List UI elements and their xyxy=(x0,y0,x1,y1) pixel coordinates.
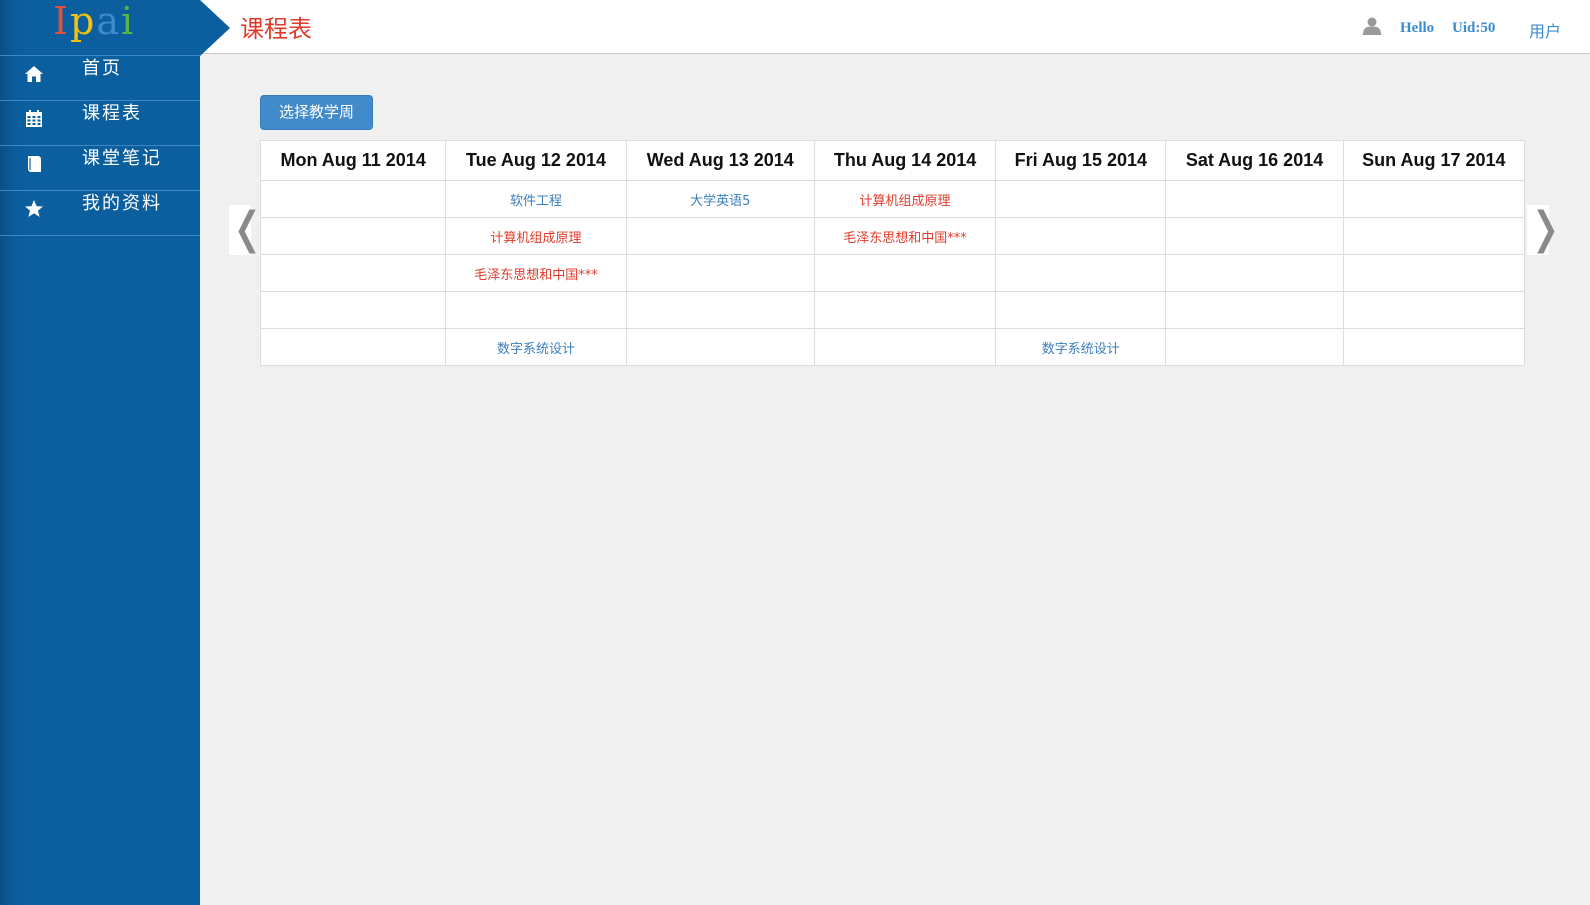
course-link[interactable]: 计算机组成原理 xyxy=(490,231,581,246)
schedule-cell xyxy=(625,291,815,329)
schedule-cell xyxy=(625,254,815,292)
book-icon xyxy=(28,156,41,172)
day-header: Wed Aug 13 2014 xyxy=(625,140,815,181)
schedule-cell xyxy=(1342,180,1526,218)
schedule-cell xyxy=(259,328,447,366)
schedule-cell xyxy=(995,291,1167,329)
course-link[interactable]: 毛泽东思想和中国*** xyxy=(843,231,967,246)
day-header: Fri Aug 15 2014 xyxy=(995,140,1167,181)
schedule-cell xyxy=(1165,217,1344,255)
sidebar-item-notes[interactable]: 课堂笔记 xyxy=(0,146,200,191)
schedule-cell: 计算机组成原理 xyxy=(813,180,997,218)
schedule-cell: 计算机组成原理 xyxy=(445,217,627,255)
calendar-icon xyxy=(26,110,42,127)
schedule-cell xyxy=(1342,328,1526,366)
table-row: 计算机组成原理 毛泽东思想和中国*** xyxy=(259,217,1526,255)
schedule-cell: 数字系统设计 xyxy=(445,328,627,366)
schedule-body: 软件工程 大学英语5 计算机组成原理 计算机组成原理 毛泽东思想和中国*** 毛泽东思想和… xyxy=(259,180,1526,366)
sidebar-item-label: 课堂笔记 xyxy=(82,148,162,169)
schedule-cell xyxy=(1165,328,1344,366)
schedule-cell: 数字系统设计 xyxy=(995,328,1167,366)
schedule-cell xyxy=(445,291,627,329)
prev-week-arrow[interactable]: ❬ xyxy=(229,205,266,255)
sidebar-item-profile[interactable]: 我的资料 xyxy=(0,191,200,236)
hello-link[interactable]: Hello xyxy=(1400,20,1434,37)
header-arrow-decoration xyxy=(200,0,230,56)
schedule-cell xyxy=(259,217,447,255)
schedule-cell xyxy=(813,291,997,329)
logo-letter: a xyxy=(96,0,121,43)
table-row: 软件工程 大学英语5 计算机组成原理 xyxy=(259,180,1526,218)
course-link[interactable]: 毛泽东思想和中国*** xyxy=(474,268,598,283)
schedule-cell xyxy=(625,328,815,366)
schedule-cell xyxy=(259,254,447,292)
schedule-cell xyxy=(259,291,447,329)
logo-letter: p xyxy=(70,0,97,43)
select-week-button[interactable]: 选择教学周 xyxy=(260,95,373,130)
schedule-cell xyxy=(259,180,447,218)
schedule-cell xyxy=(1342,291,1526,329)
schedule-cell: 大学英语5 xyxy=(625,180,815,218)
logo-area: Ipai xyxy=(0,0,200,55)
schedule-cell xyxy=(813,254,997,292)
logo-letter: I xyxy=(53,0,71,43)
day-header: Sat Aug 16 2014 xyxy=(1165,140,1344,181)
day-header: Mon Aug 11 2014 xyxy=(259,140,447,181)
home-icon xyxy=(25,66,43,82)
schedule-cell xyxy=(813,328,997,366)
uid-label: Uid:50 xyxy=(1452,20,1496,36)
sidebar-item-schedule[interactable]: 课程表 xyxy=(0,101,200,146)
sidebar-item-label: 我的资料 xyxy=(82,193,162,214)
course-link[interactable]: 数字系统设计 xyxy=(1042,342,1120,357)
schedule-cell xyxy=(1165,254,1344,292)
day-header: Thu Aug 14 2014 xyxy=(813,140,997,181)
course-link[interactable]: 大学英语5 xyxy=(690,194,750,209)
sidebar-item-home[interactable]: 首页 xyxy=(0,56,200,101)
user-menu-link[interactable]: 用户 xyxy=(1529,18,1561,42)
sidebar-nav: 首页 课程表 课堂笔记 我的资料 xyxy=(0,55,200,236)
schedule-header-row: Mon Aug 11 2014 Tue Aug 12 2014 Wed Aug … xyxy=(259,140,1526,181)
schedule-cell: 毛泽东思想和中国*** xyxy=(445,254,627,292)
schedule-table: Mon Aug 11 2014 Tue Aug 12 2014 Wed Aug … xyxy=(259,140,1526,366)
schedule-cell xyxy=(1165,291,1344,329)
sidebar-item-label: 课程表 xyxy=(82,103,142,124)
course-link[interactable]: 数字系统设计 xyxy=(497,342,575,357)
schedule-cell xyxy=(1342,217,1526,255)
day-header: Sun Aug 17 2014 xyxy=(1342,140,1526,181)
app-logo[interactable]: Ipai xyxy=(53,0,135,43)
course-link[interactable]: 计算机组成原理 xyxy=(860,194,951,209)
page-title: 课程表 xyxy=(240,15,312,43)
table-row: 毛泽东思想和中国*** xyxy=(259,254,1526,292)
schedule-cell xyxy=(625,217,815,255)
user-icon xyxy=(1363,17,1381,35)
star-icon xyxy=(25,200,43,217)
schedule-cell xyxy=(995,254,1167,292)
schedule-cell xyxy=(995,180,1167,218)
schedule-cell: 毛泽东思想和中国*** xyxy=(813,217,997,255)
table-row xyxy=(259,291,1526,329)
logo-letter: i xyxy=(121,0,136,43)
course-link[interactable]: 软件工程 xyxy=(510,194,562,209)
next-week-arrow[interactable]: ❭ xyxy=(1527,205,1564,255)
table-row: 数字系统设计 数字系统设计 xyxy=(259,328,1526,366)
sidebar: Ipai 首页 课程表 课堂笔记 我的资料 xyxy=(0,0,200,905)
day-header: Tue Aug 12 2014 xyxy=(445,140,627,181)
schedule-cell xyxy=(995,217,1167,255)
sidebar-item-label: 首页 xyxy=(82,58,122,79)
schedule-cell xyxy=(1165,180,1344,218)
schedule-cell: 软件工程 xyxy=(445,180,627,218)
schedule-cell xyxy=(1342,254,1526,292)
